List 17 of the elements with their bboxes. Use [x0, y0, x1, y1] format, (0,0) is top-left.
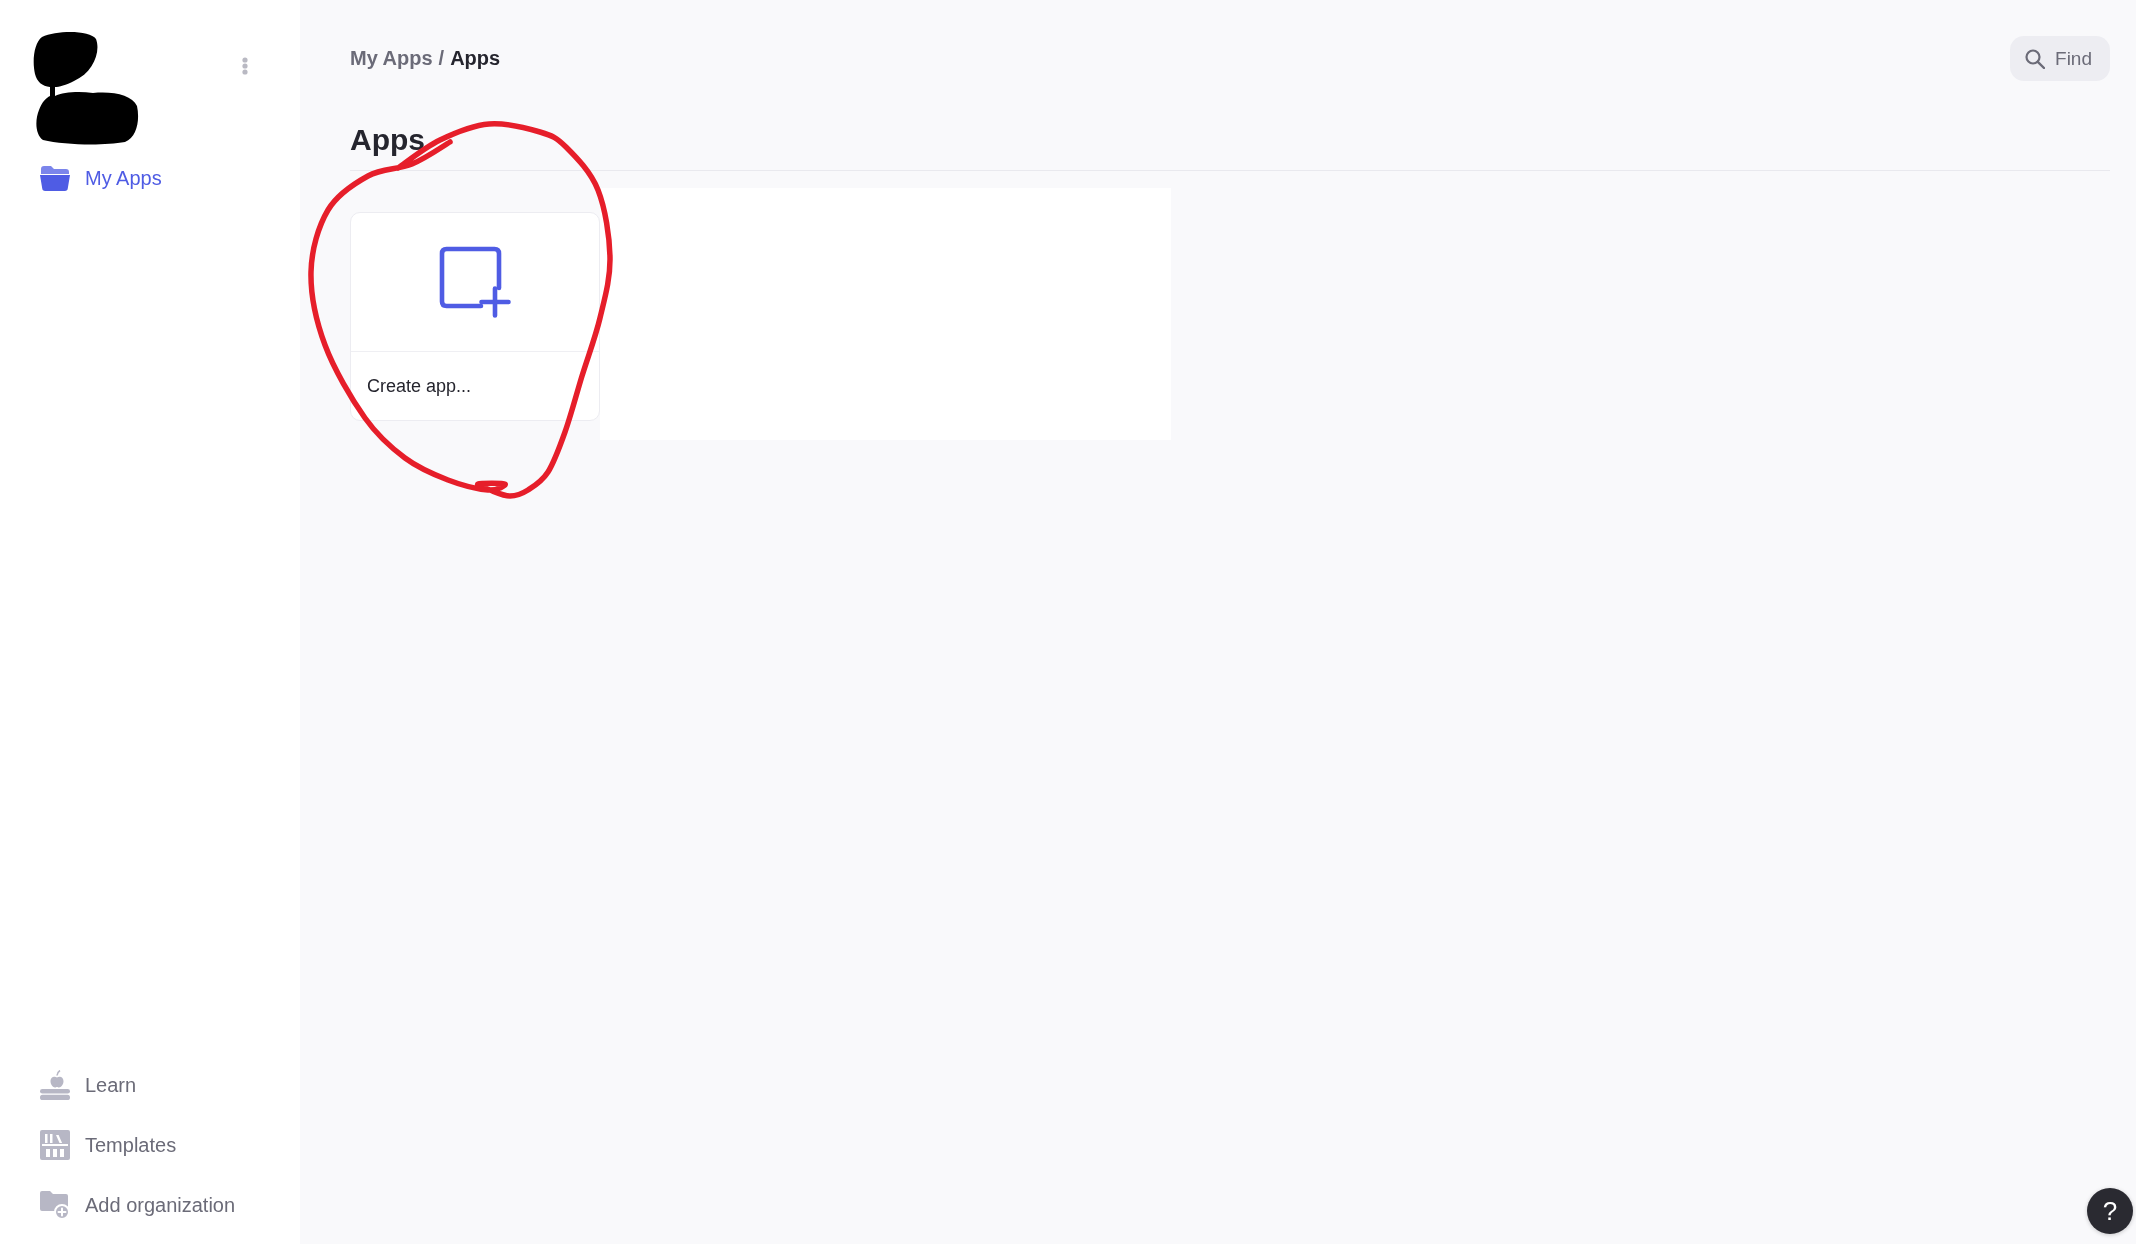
folder-plus-icon: [40, 1190, 70, 1220]
find-button[interactable]: Find: [2010, 36, 2110, 81]
search-icon: [2025, 48, 2046, 69]
square-plus-icon: [439, 246, 511, 318]
bookshelf-icon: [40, 1130, 70, 1160]
more-icon: [242, 57, 248, 75]
sidebar-nav-item[interactable]: Templates: [40, 1125, 177, 1165]
page-title: Apps: [350, 122, 425, 158]
apple-on-book-icon: [40, 1070, 70, 1100]
sidebar-nav-item[interactable]: My Apps: [40, 158, 162, 198]
create-app-card[interactable]: Create app...: [350, 212, 600, 421]
sidebar-nav-item[interactable]: Learn: [40, 1065, 137, 1105]
breadcrumb-link[interactable]: My Apps: [350, 47, 433, 70]
sidebar-nav-item[interactable]: Add organization: [40, 1185, 236, 1225]
breadcrumb-separator: /: [438, 47, 445, 70]
breadcrumb-current: Apps: [450, 47, 501, 70]
folder-icon: [40, 165, 70, 191]
